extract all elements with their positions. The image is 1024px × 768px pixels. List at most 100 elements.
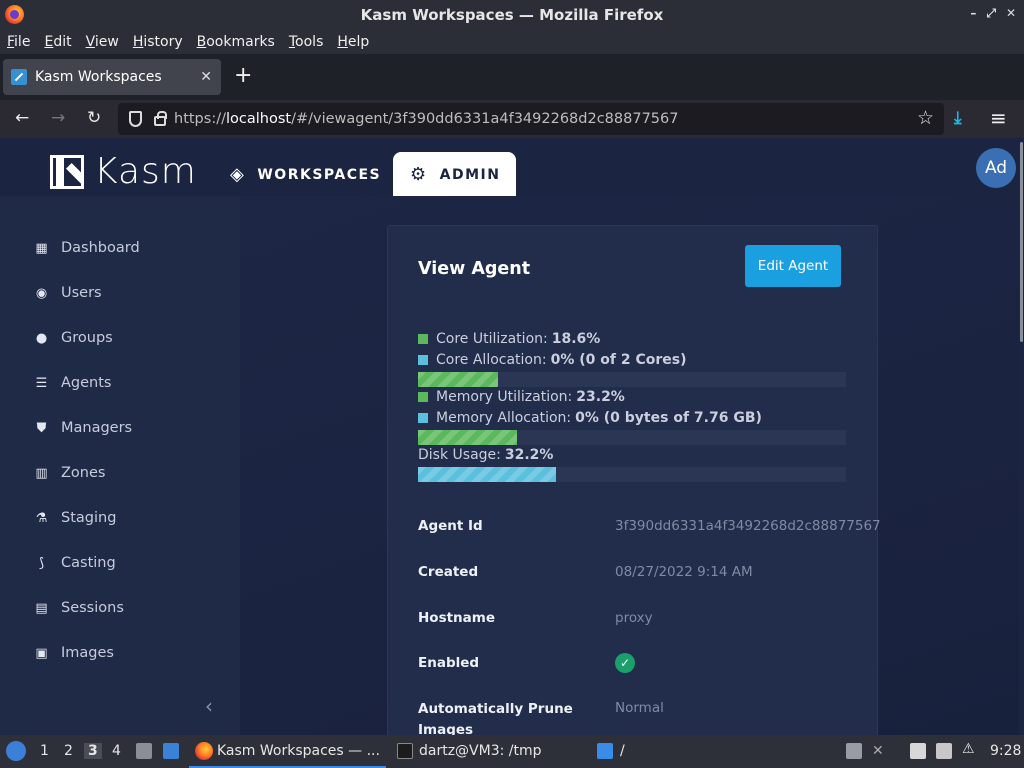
close-window-icon[interactable]: ✕ [1006,6,1016,21]
core-progress-fill [418,372,498,387]
disk-usage-label: Disk Usage: [418,447,501,463]
kasm-favicon-icon [11,69,27,85]
admin-sidebar: ▦ Dashboard ◉ Users ● Groups ☰ Agents ⛊ Manag… [0,196,240,735]
nav-admin[interactable]: ⚙ ADMIN [393,152,516,197]
file-manager-icon[interactable] [136,743,152,759]
hostname-label: Hostname [418,610,496,626]
sidebar-item-label: Casting [61,555,116,571]
edit-agent-button[interactable]: Edit Agent [745,245,841,287]
show-desktop-icon[interactable] [163,743,179,759]
server-icon: ☰ [35,375,48,391]
user-avatar[interactable]: Ad [976,148,1016,188]
menu-bookmarks[interactable]: Bookmarks [197,34,275,50]
menu-history[interactable]: History [133,34,183,50]
legend-blue-square [418,355,428,365]
maximize-icon[interactable]: ⤢ [986,6,996,21]
auto-prune-label: Automatically Prune [418,701,573,717]
created-value: 08/27/2022 9:14 AM [615,564,753,580]
memory-utilization-stat: Memory Utilization: 23.2% [418,389,625,405]
core-progress-bar [418,372,846,387]
dashboard-icon: ▦ [35,240,48,256]
core-allocation-stat: Core Allocation: 0% (0 of 2 Cores) [418,352,686,368]
close-tab-icon[interactable]: ✕ [200,69,212,85]
disk-progress-bar [418,467,846,482]
sidebar-item-images[interactable]: ▣ Images [34,641,114,665]
sidebar-item-users[interactable]: ◉ Users [34,281,102,305]
workspace-2[interactable]: 2 [64,743,73,759]
sidebar-item-sessions[interactable]: ▤ Sessions [34,596,124,620]
start-menu-icon[interactable] [6,741,26,761]
page-scrollbar[interactable] [1019,138,1024,735]
hamburger-menu-icon[interactable]: ≡ [990,106,1007,130]
bookmark-star-icon[interactable]: ☆ [917,107,934,129]
menu-edit[interactable]: Edit [44,34,71,50]
minimize-icon[interactable]: – [970,6,976,21]
agent-id-label: Agent Id [418,518,483,534]
folder-icon[interactable] [597,743,613,759]
workspace-1[interactable]: 1 [40,743,49,759]
users-group-icon: ● [35,330,48,346]
sidebar-item-zones[interactable]: ▥ Zones [34,461,105,485]
tracking-protection-icon[interactable] [129,111,142,127]
hostname-value: proxy [615,610,653,626]
memory-utilization-label: Memory Utilization: [436,389,573,405]
sidebar-item-agents[interactable]: ☰ Agents [34,371,112,395]
notes-icon[interactable] [846,743,862,759]
menu-bar: File Edit View History Bookmarks Tools H… [0,30,1024,54]
kasm-logo-text: Kasm [94,151,197,192]
back-icon[interactable]: ← [15,108,29,128]
taskbar: 1 2 3 4 Kasm Workspaces — ... dartz@VM3:… [0,735,1024,768]
auto-prune-value: Normal [615,700,664,716]
terminal-icon[interactable] [397,743,413,759]
sidebar-item-label: Staging [61,510,117,526]
mute-icon[interactable]: ✕ [872,743,884,759]
tab-title: Kasm Workspaces [35,69,162,85]
memory-allocation-label: Memory Allocation: [436,410,572,426]
sidebar-item-label: Zones [61,465,106,481]
workspace-3[interactable]: 3 [84,743,102,759]
agent-id-value: 3f390dd6331a4f3492268d2c88877567 [615,518,881,534]
notification-icon[interactable]: ⚠ [962,741,975,757]
menu-file[interactable]: File [7,34,30,50]
window-controls: – ⤢ ✕ [970,6,1016,21]
new-tab-icon[interactable]: + [234,65,252,87]
shield-icon: ⛊ [36,420,47,436]
network-icon[interactable] [936,743,952,759]
kasm-logo[interactable]: Kasm [50,151,197,192]
scrollbar-thumb[interactable] [1020,142,1023,342]
image-icon: ▣ [35,645,48,661]
sidebar-item-managers[interactable]: ⛊ Managers [34,416,133,440]
clipboard-icon[interactable] [910,743,926,759]
cast-icon: ⟆ [38,555,45,571]
tab-strip: Kasm Workspaces ✕ + [0,54,1024,100]
sidebar-item-groups[interactable]: ● Groups [34,326,113,350]
reload-icon[interactable]: ↻ [87,108,101,128]
files-task-label[interactable]: / [620,743,625,759]
url-bar[interactable]: https://localhost/#/viewagent/3f390dd633… [118,103,944,135]
sidebar-item-dashboard[interactable]: ▦ Dashboard [34,236,140,260]
legend-green-square [418,334,428,344]
menu-view[interactable]: View [86,34,119,50]
table-icon: ▤ [35,600,48,616]
menu-tools[interactable]: Tools [289,34,324,50]
sidebar-item-staging[interactable]: ⚗ Staging [34,506,117,530]
nav-workspaces[interactable]: ◈ WORKSPACES [230,152,381,197]
browser-tab[interactable]: Kasm Workspaces ✕ [3,59,221,95]
menu-help[interactable]: Help [337,34,369,50]
sidebar-item-label: Dashboard [61,240,140,256]
sidebar-item-label: Groups [61,330,113,346]
main-content: View Agent Edit Agent Core Utilization: 1… [240,196,1019,735]
sidebar-item-casting[interactable]: ⟆ Casting [34,551,116,575]
taskbar-firefox-task[interactable]: Kasm Workspaces — ... [189,735,386,768]
download-icon[interactable]: ⤓ [954,108,962,128]
core-allocation-label: Core Allocation: [436,352,547,368]
terminal-task-label[interactable]: dartz@VM3: /tmp [419,743,542,759]
legend-green-square [418,392,428,402]
user-circle-icon: ◉ [35,285,48,301]
collapse-sidebar-icon[interactable]: ‹ [205,694,213,718]
kasm-app: Kasm ◈ WORKSPACES ⚙ ADMIN Ad ▦ Dashboard … [0,138,1024,735]
url-text[interactable]: https://localhost/#/viewagent/3f390dd633… [174,111,678,127]
lock-icon[interactable] [154,111,167,126]
forward-icon[interactable]: → [51,108,65,128]
workspace-4[interactable]: 4 [112,743,121,759]
